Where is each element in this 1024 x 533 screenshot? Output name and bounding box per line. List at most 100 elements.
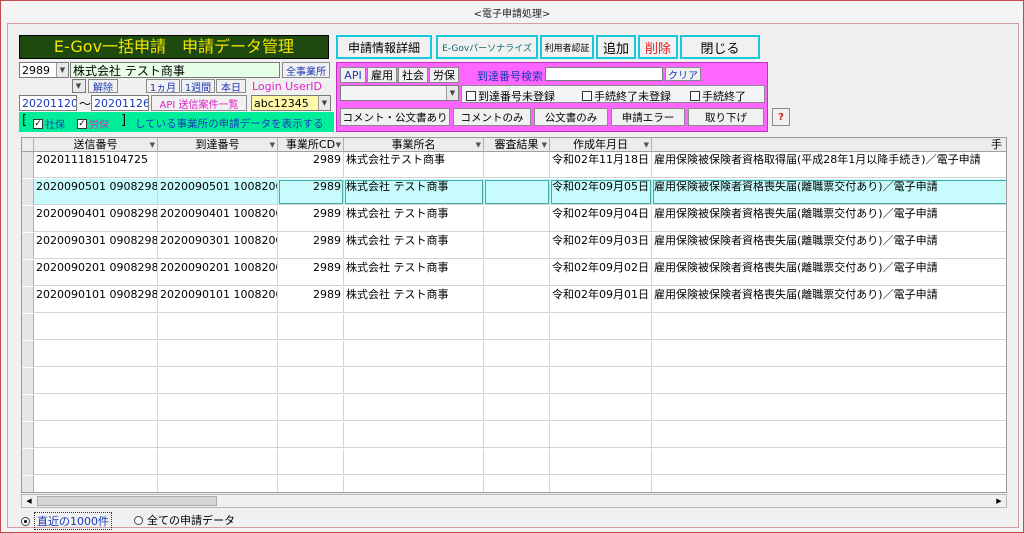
cell-review-result[interactable] (484, 314, 550, 340)
social-insurance-checkbox[interactable]: ✓ 社保 (33, 116, 65, 131)
proc-unregistered-checkbox[interactable]: 手続終了未登録 (582, 88, 671, 104)
row-selector[interactable] (22, 287, 34, 313)
clear-office-button[interactable]: 解除 (88, 79, 118, 93)
cell-arrival-number[interactable]: 2020090301 10082000 (158, 233, 278, 259)
table-row[interactable] (22, 395, 1006, 421)
unregistered-checkbox[interactable]: 到達番号未登録 (466, 88, 555, 104)
cell-arrival-number[interactable]: 2020090201 10082000 (158, 260, 278, 286)
cell-office-name[interactable]: 株式会社 テスト商事 (344, 206, 484, 232)
cell-procedure[interactable]: 雇用保険被保険者資格喪失届(離職票交付あり)／電子申請 (652, 233, 1006, 259)
cell-review-result[interactable] (484, 287, 550, 313)
chevron-down-icon[interactable]: ▼ (446, 86, 458, 100)
cell-review-result[interactable] (484, 368, 550, 394)
one-month-button[interactable]: 1ヵ月 (146, 79, 180, 93)
scroll-thumb[interactable] (37, 496, 217, 506)
cell-office-code[interactable]: 2989 (278, 287, 344, 313)
cell-created-date[interactable] (550, 341, 652, 367)
application-detail-button[interactable]: 申請情報詳細 (336, 35, 432, 59)
cell-send-number[interactable] (34, 395, 158, 421)
cell-office-name[interactable]: 株式会社 テスト商事 (344, 260, 484, 286)
cell-review-result[interactable] (484, 422, 550, 448)
cell-office-name[interactable] (344, 422, 484, 448)
cell-review-result[interactable] (484, 395, 550, 421)
scroll-left-icon[interactable]: ◀ (23, 495, 35, 507)
cell-send-number[interactable]: 2020111815104725 (34, 152, 158, 178)
cell-procedure[interactable]: 雇用保険被保険者資格喪失届(離職票交付あり)／電子申請 (652, 260, 1006, 286)
cell-created-date[interactable] (550, 368, 652, 394)
row-selector[interactable] (22, 152, 34, 178)
tab-api[interactable]: API (340, 67, 366, 83)
cell-office-code[interactable] (278, 314, 344, 340)
cell-office-code[interactable]: 2989 (278, 179, 344, 205)
row-selector[interactable] (22, 260, 34, 286)
cell-office-code[interactable] (278, 368, 344, 394)
cell-review-result[interactable] (484, 260, 550, 286)
cell-arrival-number[interactable] (158, 476, 278, 492)
cell-office-name[interactable] (344, 341, 484, 367)
col-send-number[interactable]: 送信番号 ▼ (34, 138, 158, 152)
chevron-down-icon[interactable]: ▼ (318, 96, 330, 110)
col-office-code[interactable]: 事業所CD ▼ (278, 138, 344, 152)
recent-radio[interactable]: 直近の1000件 (21, 512, 112, 530)
office-dropdown-small[interactable]: ▼ (72, 79, 86, 93)
add-button[interactable]: 追加 (596, 35, 636, 59)
cell-review-result[interactable] (484, 449, 550, 475)
cell-send-number[interactable] (34, 422, 158, 448)
table-row[interactable] (22, 422, 1006, 448)
cell-office-code[interactable]: 2989 (278, 233, 344, 259)
api-list-button[interactable]: API 送信案件一覧 (151, 95, 247, 111)
cell-office-code[interactable] (278, 341, 344, 367)
cell-office-code[interactable]: 2989 (278, 152, 344, 178)
cell-office-name[interactable] (344, 314, 484, 340)
cell-office-code[interactable]: 2989 (278, 260, 344, 286)
cell-office-name[interactable] (344, 368, 484, 394)
cell-created-date[interactable] (550, 449, 652, 475)
doc-only-button[interactable]: 公文書のみ (534, 108, 608, 126)
cell-office-name[interactable]: 株式会社 テスト商事 (344, 233, 484, 259)
cell-arrival-number[interactable] (158, 341, 278, 367)
table-row[interactable] (22, 476, 1006, 492)
application-error-button[interactable]: 申請エラー (611, 108, 685, 126)
cell-created-date[interactable]: 令和02年09月04日 (550, 206, 652, 232)
col-procedure[interactable]: 手 (652, 138, 1006, 152)
one-week-button[interactable]: 1週間 (181, 79, 215, 93)
cell-procedure[interactable]: 雇用保険被保険者資格喪失届(離職票交付あり)／電子申請 (652, 287, 1006, 313)
proc-done-checkbox[interactable]: 手続終了 (690, 88, 746, 104)
egov-personalize-button[interactable]: E-Govパーソナライズ (436, 35, 538, 59)
horizontal-scrollbar[interactable]: ◀ ▶ (21, 494, 1007, 508)
cell-office-name[interactable] (344, 476, 484, 492)
row-selector[interactable] (22, 206, 34, 232)
cell-send-number[interactable]: 2020090201 09082989 (34, 260, 158, 286)
cell-office-code[interactable] (278, 422, 344, 448)
comment-only-button[interactable]: コメントのみ (453, 108, 531, 126)
cell-procedure[interactable] (652, 314, 1006, 340)
cell-procedure[interactable]: 雇用保険被保険者資格喪失届(離職票交付あり)／電子申請 (652, 179, 1006, 205)
all-data-radio[interactable]: 全ての申請データ (134, 512, 235, 528)
col-review-result[interactable]: 審査結果 ▼ (484, 138, 550, 152)
select-all-corner[interactable] (22, 138, 34, 152)
table-row[interactable]: 2020090401 09082989 2020090401 10082000 29… (22, 206, 1006, 232)
chevron-down-icon[interactable]: ▼ (73, 80, 85, 92)
cell-office-code[interactable] (278, 449, 344, 475)
help-button[interactable]: ? (772, 108, 790, 126)
date-from-input[interactable]: 20201120 (19, 95, 77, 111)
row-selector[interactable] (22, 179, 34, 205)
cell-office-code[interactable] (278, 476, 344, 492)
col-created-date[interactable]: 作成年月日 ▼ (550, 138, 652, 152)
cell-arrival-number[interactable] (158, 449, 278, 475)
arrival-search-input[interactable] (545, 67, 663, 81)
cell-review-result[interactable] (484, 476, 550, 492)
cell-review-result[interactable] (484, 206, 550, 232)
col-office-name[interactable]: 事業所名 ▼ (344, 138, 484, 152)
cell-review-result[interactable] (484, 233, 550, 259)
table-row[interactable]: 2020090101 09082989 2020090101 10082000 29… (22, 287, 1006, 313)
cell-arrival-number[interactable] (158, 395, 278, 421)
tab-social[interactable]: 社会 (398, 67, 428, 83)
table-row[interactable] (22, 314, 1006, 340)
col-arrival-number[interactable]: 到達番号 ▼ (158, 138, 278, 152)
cell-review-result[interactable] (484, 341, 550, 367)
row-selector[interactable] (22, 395, 34, 421)
cell-arrival-number[interactable] (158, 314, 278, 340)
cell-procedure[interactable]: 雇用保険被保険者資格取得届(平成28年1月以降手続き)／電子申請 (652, 152, 1006, 178)
cell-send-number[interactable] (34, 314, 158, 340)
